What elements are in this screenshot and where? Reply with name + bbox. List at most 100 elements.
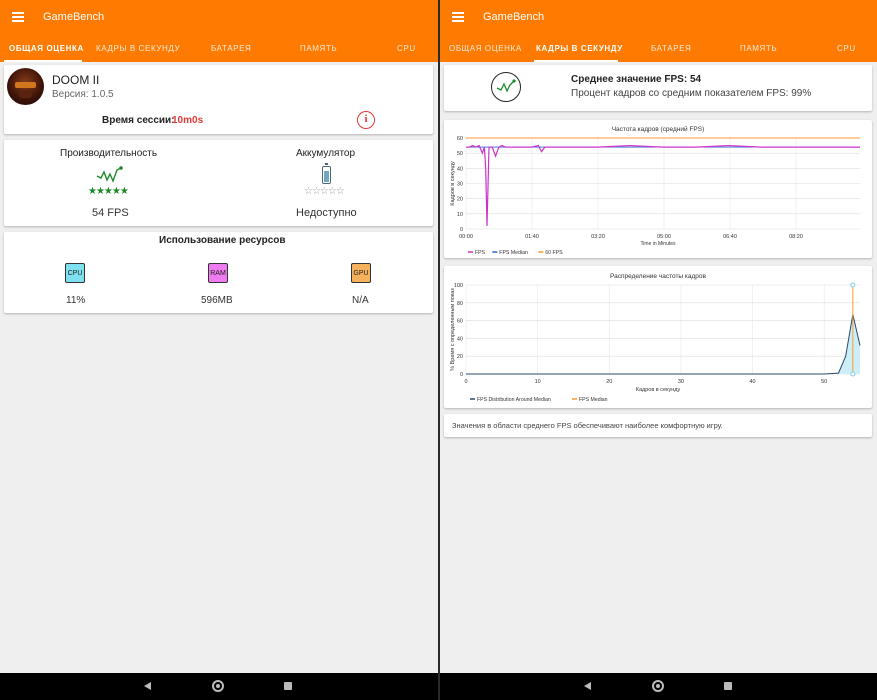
legend-label: FPS: [475, 250, 486, 256]
tab-cpu[interactable]: CPU: [397, 44, 416, 53]
ram-value: 596MB: [201, 295, 233, 306]
app-bar: GameBench ОБЩАЯ ОЦЕНКА КАДРЫ В СЕКУНДУ Б…: [0, 0, 438, 62]
chart-title: Частота кадров (средний FPS): [612, 125, 705, 133]
tab-cpu[interactable]: CPU: [837, 44, 856, 53]
note-text: Значения в области среднего FPS обеспечи…: [452, 421, 723, 430]
battery-stars: ☆☆☆☆☆: [304, 186, 345, 197]
x-tick-label: 06:40: [723, 234, 737, 240]
chart-title: Распределение частоты кадров: [610, 273, 707, 280]
app-title: GameBench: [43, 11, 105, 23]
game-avatar: [7, 68, 44, 105]
info-icon[interactable]: i: [357, 111, 375, 129]
x-tick-label: 10: [535, 379, 541, 385]
legend-label: FPS Median: [579, 397, 608, 403]
y-tick-label: 0: [460, 227, 463, 233]
cpu-value: 11%: [66, 295, 86, 306]
resources-title: Использование ресурсов: [159, 235, 286, 246]
y-tick-label: 30: [457, 182, 463, 188]
fps-gauge-icon: [491, 72, 521, 102]
recents-icon[interactable]: [724, 682, 732, 690]
performance-graph-icon: [96, 166, 123, 183]
gpu-value: N/A: [352, 295, 369, 306]
app-title: GameBench: [483, 11, 545, 23]
x-tick-label: 05:00: [657, 234, 671, 240]
fps-summary-card: Среднее значение FPS: 54 Процент кадров …: [444, 65, 872, 111]
app-bar: GameBench ОБЩАЯ ОЦЕНКА КАДРЫ В СЕКУНДУ Б…: [440, 0, 877, 62]
tab-overview[interactable]: ОБЩАЯ ОЦЕНКА: [449, 44, 522, 53]
game-version: Версия: 1.0.5: [52, 89, 114, 100]
x-axis-label: Кадров в секунду: [636, 387, 681, 393]
y-tick-label: 10: [457, 212, 463, 218]
tab-battery[interactable]: БАТАРЕЯ: [651, 44, 691, 53]
legend-label: 60 FPS: [545, 250, 563, 256]
back-icon[interactable]: [584, 682, 591, 690]
x-tick-label: 40: [749, 379, 755, 385]
x-tick-label: 30: [678, 379, 684, 385]
tab-battery[interactable]: БАТАРЕЯ: [211, 44, 251, 53]
distribution-area: [466, 314, 860, 374]
tab-indicator: [534, 60, 618, 62]
fps-distribution-card: Распределение частоты кадров 100 80 60 40 20 0…: [444, 266, 872, 408]
x-tick-label: 50: [821, 379, 827, 385]
tab-overview[interactable]: ОБЩАЯ ОЦЕНКА: [9, 44, 84, 53]
note-card: Значения в области среднего FPS обеспечи…: [444, 414, 872, 437]
x-tick-label: 03:20: [591, 234, 605, 240]
game-name: DOOM II: [52, 73, 100, 87]
legend-label: FPS Distribution Around Median: [477, 397, 551, 403]
y-tick-label: 0: [460, 372, 463, 378]
battery-value: Недоступно: [296, 207, 357, 219]
cpu-chip-icon: CPU: [65, 263, 85, 283]
avg-fps-text: Среднее значение FPS: 54: [571, 74, 702, 85]
x-tick-label: 00:00: [459, 234, 473, 240]
x-tick-label: 0: [464, 379, 467, 385]
y-tick-label: 40: [457, 166, 463, 172]
y-tick-label: 20: [457, 354, 463, 360]
performance-stars: ★★★★★: [88, 186, 129, 197]
nav-bar: [0, 673, 438, 700]
right-screen: GameBench ОБЩАЯ ОЦЕНКА КАДРЫ В СЕКУНДУ Б…: [440, 0, 877, 700]
x-tick-label: 08:20: [789, 234, 803, 240]
y-tick-label: 20: [457, 197, 463, 203]
tab-indicator: [4, 60, 82, 62]
x-tick-label: 01:40: [525, 234, 539, 240]
y-tick-label: 80: [457, 301, 463, 307]
performance-value: 54 FPS: [92, 207, 129, 219]
y-tick-label: 60: [457, 319, 463, 325]
left-screen: GameBench ОБЩАЯ ОЦЕНКА КАДРЫ В СЕКУНДУ Б…: [0, 0, 438, 700]
battery-icon: [322, 163, 331, 184]
legend-label: FPS Median: [499, 250, 528, 256]
x-tick-label: 20: [606, 379, 612, 385]
resources-card: Использование ресурсов CPU RAM GPU 11% 5…: [4, 232, 433, 313]
game-card: DOOM II Версия: 1.0.5 Время сессии: 10m0…: [4, 65, 433, 134]
distribution-line: [466, 314, 861, 375]
ram-chip-icon: RAM: [208, 263, 228, 283]
nav-bar: [440, 673, 877, 700]
fps-chart-card: Частота кадров (средний FPS) 60 50 40 30 20 10…: [444, 120, 872, 258]
y-tick-label: 50: [457, 151, 463, 157]
back-icon[interactable]: [144, 682, 151, 690]
y-axis-label: % Время с определенным показ: [450, 288, 456, 371]
session-value: 10m0s: [172, 115, 204, 126]
tab-memory[interactable]: ПАМЯТЬ: [740, 44, 777, 53]
median-marker-bottom: [850, 371, 856, 377]
fps-line-chart: Частота кадров (средний FPS) 60 50 40 30 20 10…: [450, 125, 860, 256]
median-marker-top: [850, 282, 856, 288]
recents-icon[interactable]: [284, 682, 292, 690]
performance-title: Производительность: [60, 148, 158, 159]
tab-fps[interactable]: КАДРЫ В СЕКУНДУ: [96, 44, 180, 53]
tab-fps[interactable]: КАДРЫ В СЕКУНДУ: [536, 44, 623, 53]
tab-memory[interactable]: ПАМЯТЬ: [300, 44, 337, 53]
performance-card: Производительность ★★★★★ 54 FPS Аккумуля…: [4, 140, 433, 226]
y-tick-label: 100: [454, 283, 463, 289]
y-tick-label: 60: [457, 136, 463, 142]
fps-distribution-chart: Распределение частоты кадров100806040200…: [450, 273, 861, 403]
menu-icon[interactable]: [452, 12, 466, 22]
battery-title: Аккумулятор: [296, 148, 356, 159]
session-label: Время сессии:: [102, 115, 175, 126]
menu-icon[interactable]: [12, 12, 26, 22]
home-icon[interactable]: [652, 680, 664, 692]
x-axis-label: Time in Minutes: [640, 241, 676, 247]
y-tick-label: 40: [457, 336, 463, 342]
home-icon[interactable]: [212, 680, 224, 692]
median-pct-text: Процент кадров со средним показателем FP…: [571, 88, 812, 99]
